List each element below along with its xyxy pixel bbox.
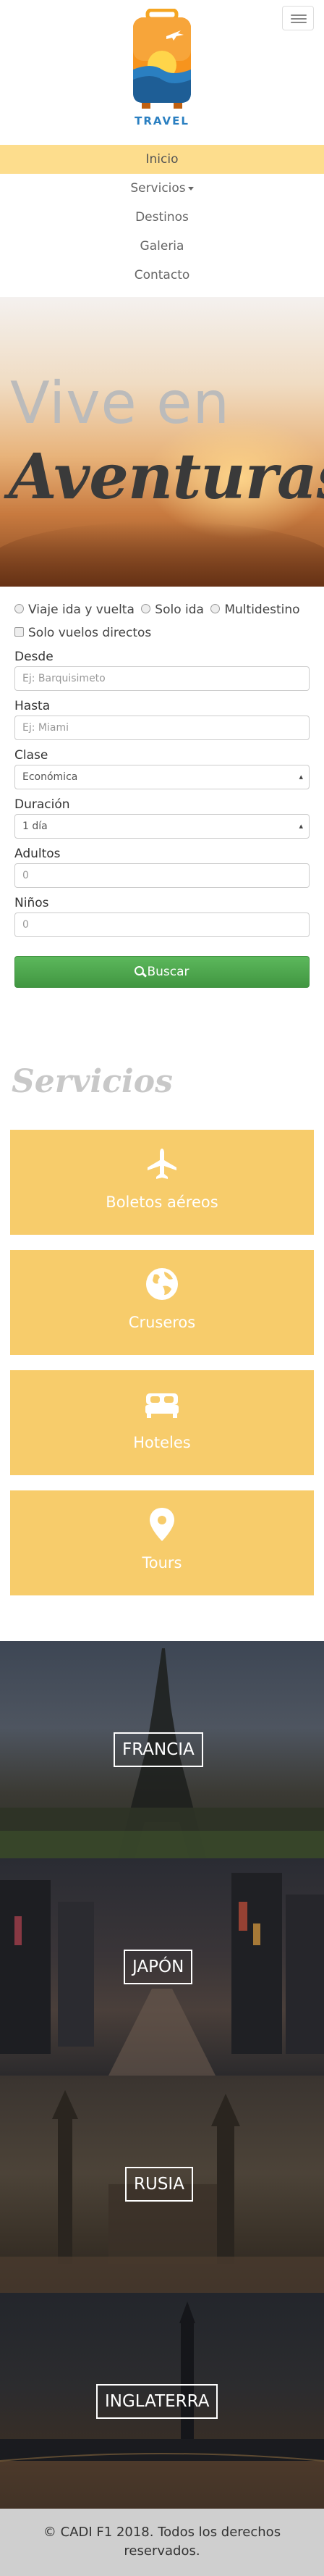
nav-item-label: Inicio [145, 152, 179, 167]
main-nav: Inicio Servicios Destinos Galeria Contac… [0, 145, 324, 290]
trip-type-label: Viaje ida y vuelta [28, 603, 135, 617]
class-select-value: Económica [22, 771, 78, 783]
destination-england[interactable]: INGLATERRA [0, 2293, 324, 2510]
destination-label: FRANCIA [114, 1732, 203, 1767]
services-title: Servicios [12, 1063, 173, 1100]
trip-type-group: Viaje ida y vuelta Solo ida Multidestino [14, 598, 310, 621]
direct-only-checkbox[interactable] [14, 627, 24, 637]
adults-input[interactable]: 0 [14, 863, 310, 888]
service-card-label: Tours [142, 1554, 182, 1572]
from-input[interactable]: Ej: Barquisimeto [14, 666, 310, 691]
destination-russia[interactable]: RUSIA [0, 2076, 324, 2293]
select-arrows-icon: ▴ [299, 821, 303, 831]
destination-france[interactable]: FRANCIA [0, 1641, 324, 1858]
destination-label: INGLATERRA [96, 2384, 218, 2419]
flight-search-form: Viaje ida y vuelta Solo ida Multidestino… [14, 598, 310, 988]
hamburger-icon-bar [291, 22, 307, 23]
nav-item-label: Servicios [130, 181, 186, 196]
svg-text:TRAVEL: TRAVEL [135, 114, 189, 127]
children-label: Niños [14, 896, 49, 910]
nav-item-label: Contacto [134, 268, 190, 282]
from-label: Desde [14, 650, 54, 664]
direct-only-row: Solo vuelos directos [14, 621, 310, 645]
direct-only-label: Solo vuelos directos [28, 626, 152, 640]
duration-select-value: 1 día [22, 821, 48, 832]
map-marker-icon [144, 1506, 180, 1543]
class-label: Clase [14, 748, 48, 763]
class-select[interactable]: Económica ▴ [14, 765, 310, 789]
trip-type-oneway-radio[interactable] [141, 604, 151, 613]
adults-label: Adultos [14, 847, 61, 861]
service-card-tours[interactable]: Tours [10, 1490, 314, 1595]
footer-copyright-line2: reservados. [124, 2543, 200, 2559]
nav-item-servicios[interactable]: Servicios [0, 174, 324, 203]
search-icon [135, 965, 145, 976]
nav-item-galeria[interactable]: Galeria [0, 232, 324, 261]
hero-banner: Vive en Aventuras [0, 297, 324, 587]
service-card-cruises[interactable]: Cruseros [10, 1250, 314, 1355]
footer-copyright-line1: © CADI F1 2018. Todos los derechos [43, 2525, 281, 2540]
to-input[interactable]: Ej: Miami [14, 716, 310, 740]
nav-item-inicio[interactable]: Inicio [0, 145, 324, 174]
trip-type-label: Solo ida [155, 603, 204, 617]
nav-item-label: Galeria [140, 239, 184, 253]
select-arrows-icon: ▴ [299, 772, 303, 781]
travel-logo[interactable]: TRAVEL [126, 9, 198, 128]
nav-item-contacto[interactable]: Contacto [0, 261, 324, 290]
hero-landscape [0, 521, 324, 587]
destination-label: RUSIA [125, 2167, 193, 2202]
hamburger-icon-bar [291, 18, 307, 20]
site-footer: © CADI F1 2018. Todos los derechos reser… [0, 2509, 324, 2576]
service-card-flights[interactable]: Boletos aéreos [10, 1130, 314, 1235]
destination-japan[interactable]: JAPÓN [0, 1858, 324, 2076]
suitcase-logo-icon: TRAVEL [133, 9, 191, 127]
trip-type-multi-radio[interactable] [210, 604, 221, 613]
hamburger-icon [291, 14, 307, 16]
trip-type-label: Multidestino [224, 603, 300, 617]
bed-icon [144, 1386, 180, 1422]
hero-title-line2: Aventuras [9, 440, 324, 513]
menu-toggle-button[interactable] [282, 6, 314, 30]
hero-title-line1: Vive en [10, 369, 231, 437]
duration-label: Duración [14, 797, 70, 812]
globe-icon [144, 1266, 180, 1302]
caret-down-icon [187, 186, 194, 190]
search-button[interactable]: Buscar [14, 956, 310, 988]
service-card-label: Boletos aéreos [106, 1193, 218, 1211]
duration-select[interactable]: 1 día ▴ [14, 814, 310, 839]
service-card-hotels[interactable]: Hoteles [10, 1370, 314, 1475]
site-header: TRAVEL [0, 0, 324, 145]
children-input[interactable]: 0 [14, 912, 310, 937]
destination-label: JAPÓN [124, 1950, 193, 1984]
service-card-label: Cruseros [128, 1314, 196, 1331]
service-card-label: Hoteles [133, 1434, 191, 1451]
search-button-label: Buscar [147, 965, 189, 979]
trip-type-roundtrip-radio[interactable] [14, 604, 24, 613]
nav-item-label: Destinos [135, 210, 189, 225]
nav-item-destinos[interactable]: Destinos [0, 203, 324, 232]
plane-icon [144, 1146, 180, 1182]
to-label: Hasta [14, 699, 51, 713]
